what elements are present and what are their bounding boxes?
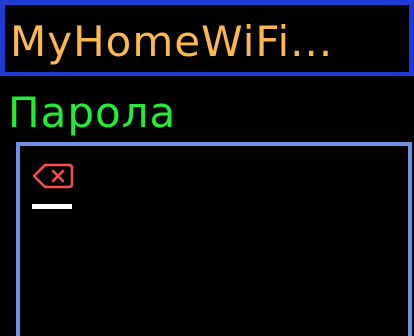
network-name-title: MyHomeWiFi... xyxy=(10,17,334,66)
text-cursor xyxy=(32,204,72,209)
password-label: Парола xyxy=(8,88,177,137)
header-bar: MyHomeWiFi... xyxy=(0,0,414,76)
wifi-password-screen: MyHomeWiFi... Парола xyxy=(0,0,414,336)
password-input[interactable] xyxy=(16,142,412,336)
backspace-icon[interactable] xyxy=(33,163,73,189)
